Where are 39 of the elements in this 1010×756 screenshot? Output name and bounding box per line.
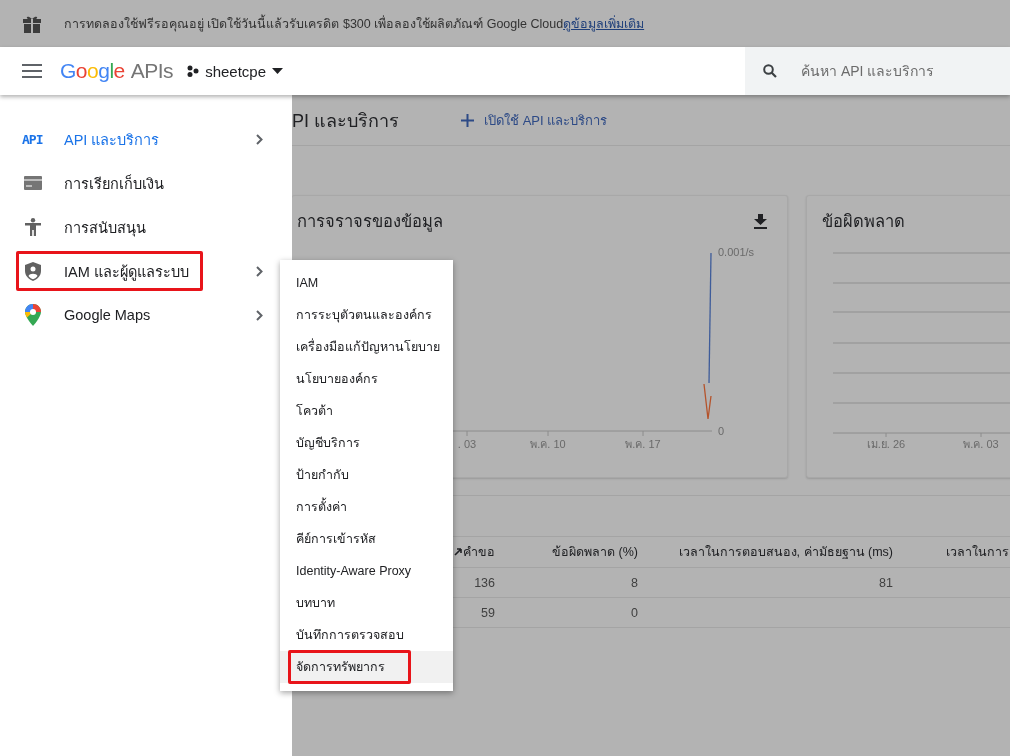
sidebar-item[interactable]: API API และบริการ bbox=[0, 117, 292, 161]
google-apis-logo[interactable]: Google APIs bbox=[60, 59, 174, 83]
submenu-item[interactable]: บันทึกการตรวจสอบ bbox=[280, 619, 453, 651]
api-icon: API bbox=[22, 131, 44, 147]
submenu-item[interactable]: การตั้งค่า bbox=[280, 491, 453, 523]
x-axis-label: พ.ค. 03 bbox=[963, 438, 999, 450]
submenu-item[interactable]: โควต้า bbox=[280, 395, 453, 427]
sidebar-item[interactable]: การเรียกเก็บเงิน bbox=[0, 161, 292, 205]
submenu-item[interactable]: บัญชีบริการ bbox=[280, 427, 453, 459]
column-header[interactable]: ข้อผิดพลาด (%) bbox=[502, 542, 645, 562]
x-axis-label: พ.ค. 17 bbox=[625, 438, 661, 450]
x-axis-label: พ.ค. 10 bbox=[530, 438, 566, 450]
card-title: การจราจรของข้อมูล bbox=[297, 211, 443, 234]
submenu-item[interactable]: Identity-Aware Proxy bbox=[280, 555, 453, 587]
enable-api-button[interactable]: เปิดใช้ API และบริการ bbox=[461, 109, 608, 131]
y-axis-label: 0 bbox=[718, 425, 725, 437]
table-cell-text: 136 bbox=[473, 575, 496, 590]
x-axis-label: . 03 bbox=[457, 438, 477, 450]
submenu-item[interactable]: บทบาท bbox=[280, 587, 453, 619]
banner-message: การทดลองใช้ฟรีรอคุณอยู่ เปิดใช้วันนี้แล้วรับเครดิต $300 เพื่อลองใช้ผลิตภัณฑ์ Google Cloud bbox=[64, 13, 564, 34]
table-cell-text: 81 bbox=[878, 575, 894, 590]
table-cell-text: 59 bbox=[480, 605, 496, 620]
x-axis-label: เม.ย. 26 bbox=[866, 438, 906, 450]
submenu-item[interactable]: จัดการทรัพยากร bbox=[280, 651, 453, 683]
column-header[interactable]: คำขอ bbox=[462, 542, 502, 562]
learn-more-link[interactable]: ดูข้อมูลเพิ่มเติม bbox=[563, 13, 645, 34]
page-title: PI และบริการ bbox=[292, 109, 399, 133]
card-title: ข้อผิดพลาด bbox=[822, 211, 905, 232]
table-cell-text: 0 bbox=[630, 605, 639, 620]
sidebar-item[interactable]: การสนับสนุน bbox=[0, 205, 292, 249]
table-cell-text: 8 bbox=[630, 575, 639, 590]
submenu-item[interactable]: ป้ายกำกับ bbox=[280, 459, 453, 491]
column-header[interactable]: เวลาในการ bbox=[900, 542, 1010, 562]
project-selector[interactable]: sheetcpe bbox=[187, 62, 283, 80]
submenu-item[interactable]: คีย์การเข้ารหัส bbox=[280, 523, 453, 555]
y-axis-label: 0.001/s bbox=[718, 246, 755, 258]
submenu-item[interactable]: นโยบายองค์กร bbox=[280, 363, 453, 395]
search-field[interactable]: ค้นหา API และบริการ bbox=[745, 47, 1010, 95]
column-header[interactable]: เวลาในการตอบสนอง, ค่ามัธยฐาน (ms) bbox=[645, 542, 900, 562]
